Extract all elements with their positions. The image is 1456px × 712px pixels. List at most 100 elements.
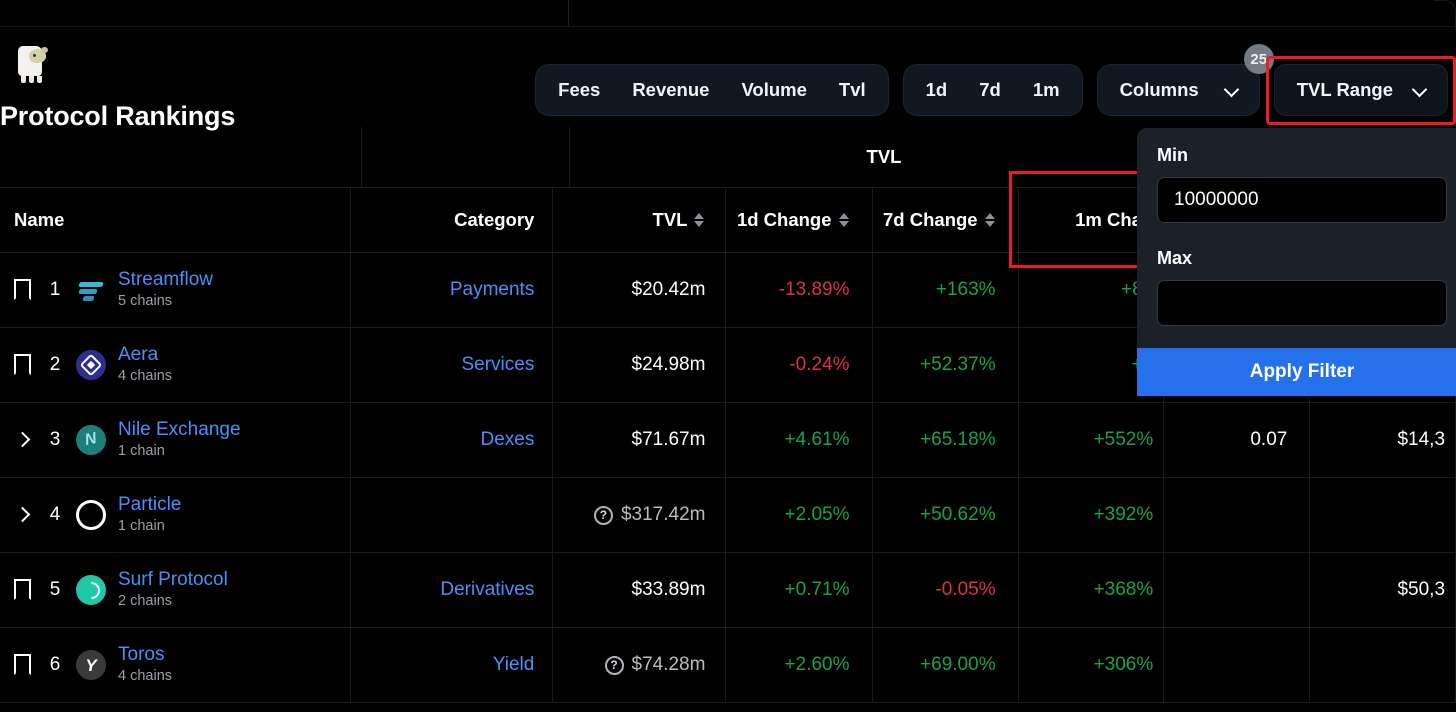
sort-icon[interactable] [694, 212, 705, 228]
rank-number: 5 [44, 579, 66, 601]
column-header-7d-change-label: 7d Change [883, 209, 978, 231]
cell-extra-a [1164, 478, 1310, 552]
column-header-category[interactable]: Category [351, 188, 553, 252]
protocol-name-link[interactable]: Particle [118, 494, 181, 516]
tab-fees[interactable]: Fees [542, 69, 616, 111]
protocol-name-link[interactable]: Toros [118, 644, 172, 666]
chain-count: 1 chain [118, 517, 181, 536]
tab-1d[interactable]: 1d [910, 69, 964, 111]
group-header-tvl: TVL [570, 127, 1198, 187]
cell-7d-change: +163% [873, 253, 1019, 327]
rank-number: 2 [44, 354, 66, 376]
tab-revenue[interactable]: Revenue [616, 69, 725, 111]
apply-filter-button[interactable]: Apply Filter [1137, 348, 1456, 396]
page-header: Protocol Rankings Fees Revenue Volume Tv… [0, 27, 1456, 126]
cell-extra-b [1310, 478, 1456, 552]
toros-logo-icon: Υ [76, 650, 106, 680]
period-tab-group: 1d 7d 1m [903, 64, 1083, 116]
chevron-right-icon[interactable] [14, 429, 32, 451]
column-header-7d-change[interactable]: 7d Change [873, 188, 1019, 252]
column-header-name[interactable]: Name [0, 188, 351, 252]
column-header-name-label: Name [14, 209, 64, 231]
help-icon[interactable]: ? [605, 656, 624, 675]
category-link[interactable]: Yield [493, 654, 535, 676]
top-strip-divider-vertical [568, 0, 569, 27]
group-header-tvl-label: TVL [867, 146, 902, 168]
tvl-range-label: TVL Range [1297, 79, 1393, 101]
tab-tvl[interactable]: Tvl [823, 69, 882, 111]
cell-category: Derivatives [351, 553, 553, 627]
protocol-name-link[interactable]: Streamflow [118, 269, 213, 291]
bookmark-icon[interactable] [14, 654, 32, 676]
tvl-value: $71.67m [632, 429, 706, 451]
change-1d-value: -13.89% [779, 279, 850, 301]
cell-extra-a [1164, 628, 1310, 702]
help-icon[interactable]: ? [594, 506, 613, 525]
bookmark-icon[interactable] [14, 279, 32, 301]
chain-count: 5 chains [118, 292, 213, 311]
change-1d-value: +0.71% [785, 579, 850, 601]
protocol-name-link[interactable]: Surf Protocol [118, 569, 228, 591]
chain-count: 4 chains [118, 667, 172, 686]
chain-count: 4 chains [118, 367, 172, 386]
cell-1m-change: +552% [1019, 403, 1165, 477]
rank-number: 4 [44, 504, 66, 526]
sort-icon[interactable] [985, 212, 996, 228]
cell-name: 4 Particle 1 chain [0, 478, 351, 552]
category-link[interactable]: Payments [450, 279, 534, 301]
cell-extra-b [1310, 628, 1456, 702]
table-row[interactable]: 3 N Nile Exchange 1 chain Dexes $71.67m … [0, 403, 1456, 478]
cell-1d-change: +2.60% [726, 628, 872, 702]
tab-volume[interactable]: Volume [725, 69, 822, 111]
rank-number: 6 [44, 654, 66, 676]
group-header-spacer-category [362, 127, 570, 187]
category-link[interactable]: Dexes [480, 429, 534, 451]
cell-category: Yield [351, 628, 553, 702]
tvl-range-dropdown-button[interactable]: TVL Range [1274, 64, 1448, 116]
top-right-corner [1434, 0, 1456, 30]
chevron-down-icon [1413, 83, 1427, 97]
table-row[interactable]: 5 Surf Protocol 2 chains Derivatives $33… [0, 553, 1456, 628]
bookmark-icon[interactable] [14, 579, 32, 601]
change-7d-value: +69.00% [920, 654, 996, 676]
extra-a-value: 0.07 [1250, 429, 1287, 451]
metric-tab-group: Fees Revenue Volume Tvl [535, 64, 888, 116]
cell-category [351, 478, 553, 552]
change-7d-value: +163% [936, 279, 996, 301]
columns-dropdown-button[interactable]: Columns 25 [1097, 64, 1260, 116]
cell-tvl: $24.98m [553, 328, 726, 402]
tvl-range-dropdown-panel: Min Max Apply Filter [1137, 128, 1456, 396]
change-7d-value: +65.18% [920, 429, 996, 451]
tvl-value: $24.98m [632, 354, 706, 376]
protocol-name-link[interactable]: Nile Exchange [118, 419, 241, 441]
column-header-tvl[interactable]: TVL [553, 188, 726, 252]
min-input[interactable] [1157, 177, 1447, 223]
tab-1m[interactable]: 1m [1017, 69, 1076, 111]
table-row[interactable]: 6 Υ Toros 4 chains Yield ? $74.28m +2.60… [0, 628, 1456, 703]
cell-7d-change: +50.62% [873, 478, 1019, 552]
column-header-1d-change[interactable]: 1d Change [726, 188, 872, 252]
cell-category: Services [351, 328, 553, 402]
cell-tvl: ? $317.42m [553, 478, 726, 552]
cell-category: Dexes [351, 403, 553, 477]
chevron-right-icon[interactable] [14, 504, 32, 526]
bookmark-icon[interactable] [14, 354, 32, 376]
tvl-value: $317.42m [621, 504, 706, 526]
columns-label: Columns [1120, 79, 1199, 101]
chevron-down-icon [1225, 83, 1239, 97]
max-input[interactable] [1157, 280, 1447, 326]
table-row[interactable]: 4 Particle 1 chain ? $317.42m +2.05% +50… [0, 478, 1456, 553]
change-1m-value: +306% [1094, 654, 1154, 676]
llama-logo-icon [12, 41, 52, 81]
cell-1d-change: +2.05% [726, 478, 872, 552]
category-link[interactable]: Derivatives [440, 579, 534, 601]
column-header-tvl-label: TVL [653, 209, 688, 231]
cell-extra-a: 0.07 [1164, 403, 1310, 477]
cell-7d-change: +65.18% [873, 403, 1019, 477]
tvl-value: $33.89m [632, 579, 706, 601]
aera-logo-icon [76, 350, 106, 380]
protocol-name-link[interactable]: Aera [118, 344, 172, 366]
tab-7d[interactable]: 7d [963, 69, 1017, 111]
sort-icon[interactable] [839, 212, 850, 228]
category-link[interactable]: Services [461, 354, 534, 376]
